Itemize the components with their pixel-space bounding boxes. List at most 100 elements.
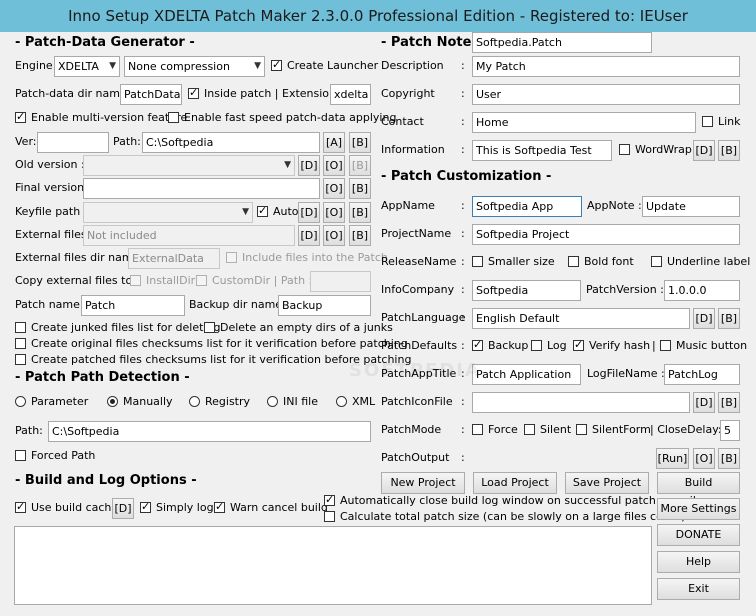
include-files-checkbox[interactable]: Include files into the Patch	[226, 251, 388, 265]
external-files-input[interactable]: Not included	[83, 225, 295, 246]
compression-value: None compression	[128, 60, 230, 73]
inside-patch-checkbox[interactable]: Inside patch | Extension:	[188, 86, 340, 101]
run-button[interactable]: [Run]	[656, 448, 689, 469]
keyfile-d-button[interactable]: [D]	[298, 202, 320, 223]
new-project-button[interactable]: New Project	[381, 472, 465, 494]
delete-empty-checkbox[interactable]: Delete an empty dirs of a junks	[204, 321, 393, 335]
custom-dir-checkbox[interactable]: CustomDir | Path :	[196, 274, 312, 288]
patch-name-input[interactable]: Patch	[81, 295, 185, 316]
appname-input[interactable]: Softpedia App	[472, 196, 582, 217]
silentform-checkbox[interactable]: SilentForm	[576, 423, 651, 437]
xml-radio[interactable]: XML	[336, 395, 375, 409]
information-b-button[interactable]: [B]	[718, 140, 740, 161]
patchlanguage-b-button[interactable]: [B]	[718, 308, 740, 329]
old-version-b-button[interactable]: [B]	[349, 155, 371, 176]
junked-checkbox[interactable]: Create junked files list for deleting	[15, 321, 220, 335]
music-button-checkbox[interactable]: Music button	[660, 339, 747, 353]
install-dir-checkbox[interactable]: InstallDir	[130, 274, 195, 288]
patchlanguage-input[interactable]: English Default	[472, 308, 690, 329]
auto-close-checkbox[interactable]: Automatically close build log window on …	[324, 493, 703, 508]
patchapptitle-input[interactable]: Patch Application	[472, 364, 581, 385]
save-project-button[interactable]: Save Project	[565, 472, 649, 494]
closedelay-input[interactable]: 5	[720, 420, 740, 441]
build-log-textarea[interactable]	[14, 526, 652, 605]
external-b-button[interactable]: [B]	[349, 225, 371, 246]
keyfile-select[interactable]: ▼	[83, 202, 253, 223]
underline-label-checkbox[interactable]: Underline label	[651, 255, 750, 269]
backup-dir-label: Backup dir name :	[189, 298, 290, 311]
patchoutput-b-button[interactable]: [B]	[718, 448, 740, 469]
warn-cancel-checkbox[interactable]: Warn cancel build	[214, 500, 328, 515]
more-settings-button[interactable]: More Settings	[657, 498, 740, 520]
patchlanguage-d-button[interactable]: [D]	[693, 308, 715, 329]
patchoutput-o-button[interactable]: [O]	[693, 448, 715, 469]
projectname-input[interactable]: Softpedia Project	[472, 224, 740, 245]
copyright-input[interactable]: User	[472, 84, 740, 105]
forced-path-checkbox[interactable]: Forced Path	[15, 449, 95, 463]
information-d-button[interactable]: [D]	[693, 140, 715, 161]
verify-hash-checkbox[interactable]: Verify hash	[573, 338, 650, 353]
parameter-radio[interactable]: Parameter	[15, 395, 88, 409]
wordwrap-checkbox[interactable]: WordWrap	[619, 143, 692, 157]
custom-dir-path-input[interactable]	[310, 271, 371, 292]
final-version-b-button[interactable]: [B]	[349, 178, 371, 199]
old-version-d-button[interactable]: [D]	[298, 155, 320, 176]
manually-radio[interactable]: Manually	[107, 395, 173, 409]
simply-log-checkbox[interactable]: Simply log	[140, 500, 214, 515]
compression-select[interactable]: None compression ▼	[124, 56, 265, 77]
build-cache-d-button[interactable]: [D]	[112, 498, 134, 519]
bold-font-checkbox[interactable]: Bold font	[568, 255, 634, 269]
force-checkbox[interactable]: Force	[472, 423, 518, 437]
logfilename-input[interactable]: PatchLog	[664, 364, 740, 385]
fastspeed-checkbox[interactable]: Enable fast speed patch-data applying	[168, 111, 396, 125]
contact-input[interactable]: Home	[472, 112, 696, 133]
multiversion-checkbox[interactable]: Enable multi-version feature	[15, 110, 187, 125]
create-launcher-checkbox[interactable]: Create Launcher	[271, 58, 378, 73]
exit-button[interactable]: Exit	[657, 578, 740, 600]
ver-input[interactable]	[37, 132, 109, 153]
registry-radio[interactable]: Registry	[189, 395, 250, 409]
a-button[interactable]: [A]	[323, 132, 345, 153]
calc-size-checkbox[interactable]: Calculate total patch size (can be slowl…	[324, 510, 685, 524]
appnote-input[interactable]: Update	[642, 196, 740, 217]
load-project-button[interactable]: Load Project	[473, 472, 557, 494]
infocompany-input[interactable]: Softpedia	[472, 280, 581, 301]
silent-checkbox[interactable]: Silent	[524, 423, 571, 437]
keyfile-b-button[interactable]: [B]	[349, 202, 371, 223]
external-o-button[interactable]: [O]	[323, 225, 345, 246]
patchoutput-input[interactable]: Softpedia.Patch	[472, 32, 652, 53]
patchiconfile-d-button[interactable]: [D]	[693, 392, 715, 413]
help-button[interactable]: Help	[657, 551, 740, 573]
b-button[interactable]: [B]	[349, 132, 371, 153]
path-input[interactable]: C:\Softpedia	[142, 132, 320, 153]
final-version-input[interactable]	[83, 178, 320, 199]
build-button[interactable]: Build	[657, 472, 740, 494]
auto-checkbox[interactable]: Auto	[257, 204, 299, 219]
backup-label: Backup	[488, 339, 529, 352]
external-d-button[interactable]: [D]	[298, 225, 320, 246]
detection-path-input[interactable]: C:\Softpedia	[48, 421, 371, 442]
engine-value: XDELTA	[58, 60, 99, 73]
final-version-o-button[interactable]: [O]	[323, 178, 345, 199]
link-checkbox[interactable]: Link	[702, 115, 741, 129]
keyfile-o-button[interactable]: [O]	[323, 202, 345, 223]
backup-checkbox[interactable]: Backup	[472, 338, 529, 353]
orig-checksums-checkbox[interactable]: Create original files checksums list for…	[15, 337, 408, 351]
patchversion-input[interactable]: 1.0.0.0	[664, 280, 740, 301]
extension-input[interactable]: xdelta	[330, 84, 371, 105]
donate-button[interactable]: DONATE	[657, 524, 740, 546]
patchiconfile-input[interactable]	[472, 392, 690, 413]
patchiconfile-b-button[interactable]: [B]	[718, 392, 740, 413]
backup-dir-input[interactable]: Backup	[278, 295, 371, 316]
use-cache-checkbox[interactable]: Use build cache	[15, 500, 118, 515]
description-input[interactable]: My Patch	[472, 56, 740, 77]
log-checkbox[interactable]: Log	[531, 339, 567, 353]
information-input[interactable]: This is Softpedia Test	[472, 140, 612, 161]
engine-select[interactable]: XDELTA ▼	[54, 56, 120, 77]
old-version-o-button[interactable]: [O]	[323, 155, 345, 176]
smaller-size-checkbox[interactable]: Smaller size	[472, 255, 555, 269]
old-version-select[interactable]: ▼	[83, 155, 295, 176]
datadir-input[interactable]: PatchData	[120, 84, 182, 105]
external-dir-input[interactable]: ExternalData	[128, 248, 220, 269]
ini-file-radio[interactable]: INI file	[267, 395, 318, 409]
